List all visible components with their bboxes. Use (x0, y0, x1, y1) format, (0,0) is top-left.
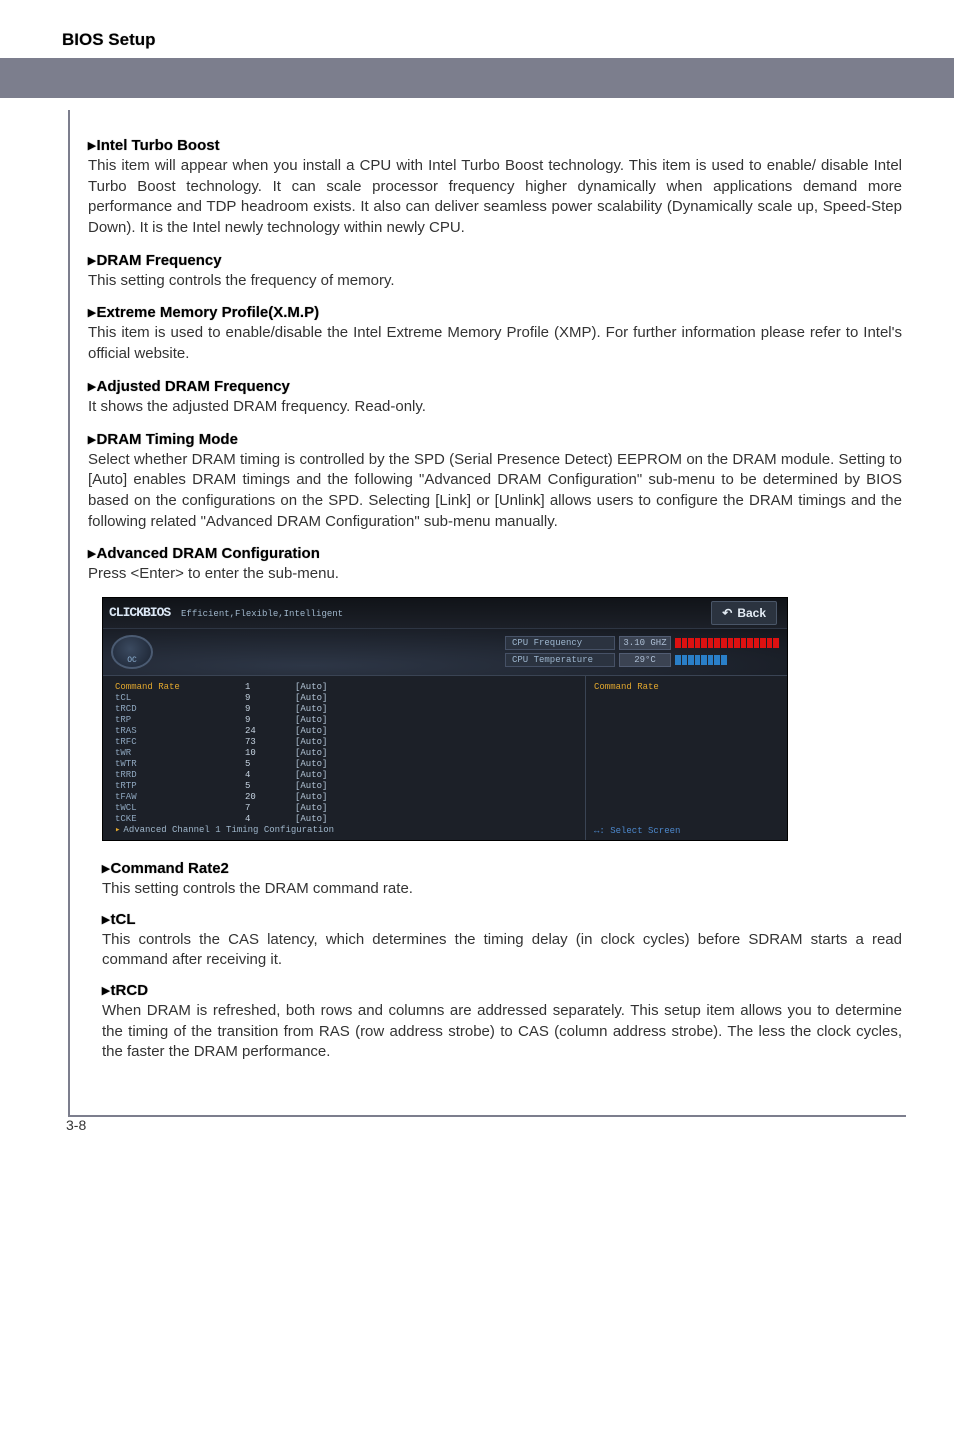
back-button[interactable]: ↶ Back (711, 601, 777, 625)
triangle-right-icon: ▸ (88, 304, 96, 321)
bios-logo-text: CLICKBIOS (109, 605, 170, 620)
cpu-freq-label: CPU Frequency (505, 636, 615, 650)
bios-timing-row[interactable]: tCKE4[Auto] (113, 814, 575, 825)
section-body: Press <Enter> to enter the sub-menu. (88, 564, 902, 585)
bios-timing-row[interactable]: tRAS24[Auto] (113, 726, 575, 737)
triangle-right-icon: ▸ (88, 378, 96, 395)
cpu-temp-label: CPU Temperature (505, 653, 615, 667)
cpu-freq-value: 3.10 GHZ (619, 636, 671, 650)
section-body: Select whether DRAM timing is controlled… (88, 450, 902, 533)
triangle-right-icon: ▸ (88, 252, 96, 269)
triangle-right-icon: ▸ (88, 431, 96, 448)
bios-timing-row[interactable]: tFAW20[Auto] (113, 792, 575, 803)
cpu-freq-bar (675, 638, 779, 648)
triangle-right-icon: ▸ (102, 860, 110, 877)
subsection-title: Command Rate2 (111, 860, 229, 877)
back-arrow-icon: ↶ (722, 606, 732, 620)
section-title: DRAM Frequency (97, 252, 222, 269)
back-label: Back (737, 606, 766, 620)
subsection-trcd: ▸tRCD When DRAM is refreshed, both rows … (102, 981, 902, 1063)
oc-tab[interactable]: OC (111, 635, 153, 669)
section-title: DRAM Timing Mode (97, 431, 238, 448)
bios-timing-row[interactable]: tRP9[Auto] (113, 715, 575, 726)
section-advanced-dram-config: ▸Advanced DRAM Configuration Press <Ente… (88, 544, 902, 585)
bios-timing-row[interactable]: tRTP5[Auto] (113, 781, 575, 792)
page-title: BIOS Setup (62, 30, 906, 50)
section-body: This item will appear when you install a… (88, 156, 902, 239)
triangle-right-icon: ▸ (88, 137, 96, 154)
bios-timing-list: Command Rate1[Auto]tCL9[Auto]tRCD9[Auto]… (103, 676, 585, 840)
bios-timing-row[interactable]: tWCL7[Auto] (113, 803, 575, 814)
cpu-temp-value: 29°C (619, 653, 671, 667)
subsection-body: This controls the CAS latency, which det… (102, 930, 902, 971)
section-body: This setting controls the frequency of m… (88, 271, 902, 292)
bios-timing-row[interactable]: tRFC73[Auto] (113, 737, 575, 748)
vertical-rule (68, 110, 70, 1117)
section-dram-frequency: ▸DRAM Frequency This setting controls th… (88, 251, 902, 292)
section-title: Adjusted DRAM Frequency (97, 378, 290, 395)
triangle-right-icon: ▸ (102, 911, 110, 928)
horizontal-rule (68, 1115, 906, 1117)
bios-timing-row[interactable]: tRCD9[Auto] (113, 704, 575, 715)
section-dram-timing-mode: ▸DRAM Timing Mode Select whether DRAM ti… (88, 430, 902, 533)
bios-timing-row[interactable]: tCL9[Auto] (113, 693, 575, 704)
section-body: This item is used to enable/disable the … (88, 323, 902, 364)
bios-advanced-row[interactable]: ▸Advanced Channel 1 Timing Configuration (113, 825, 575, 836)
bios-timing-row[interactable]: Command Rate1[Auto] (113, 682, 575, 693)
triangle-right-icon: ▸ (115, 825, 120, 835)
section-title: Extreme Memory Profile(X.M.P) (97, 304, 320, 321)
triangle-right-icon: ▸ (102, 982, 110, 999)
bios-nav-hint: ↔: Select Screen (594, 826, 779, 836)
section-intel-turbo-boost: ▸Intel Turbo Boost This item will appear… (88, 136, 902, 239)
bios-timing-row[interactable]: tRRD4[Auto] (113, 770, 575, 781)
bios-logo: CLICKBIOS Efficient,Flexible,Intelligent (109, 605, 343, 620)
bios-help-title: Command Rate (594, 682, 779, 692)
triangle-right-icon: ▸ (88, 545, 96, 562)
subsection-body: When DRAM is refreshed, both rows and co… (102, 1001, 902, 1063)
page-number: 3-8 (66, 1117, 906, 1133)
bios-timing-row[interactable]: tWTR5[Auto] (113, 759, 575, 770)
bios-timing-row[interactable]: tWR10[Auto] (113, 748, 575, 759)
subsection-command-rate2: ▸Command Rate2 This setting controls the… (102, 859, 902, 900)
bios-logo-sub: Efficient,Flexible,Intelligent (181, 609, 343, 619)
main-content: ▸Intel Turbo Boost This item will appear… (88, 136, 902, 1063)
header-bar (0, 58, 954, 98)
section-body: It shows the adjusted DRAM frequency. Re… (88, 397, 902, 418)
subsection-title: tRCD (111, 982, 149, 999)
subsection-title: tCL (111, 911, 136, 928)
subsection-body: This setting controls the DRAM command r… (102, 879, 902, 900)
section-title: Intel Turbo Boost (97, 137, 220, 154)
cpu-temp-bar (675, 655, 779, 665)
subsection-tcl: ▸tCL This controls the CAS latency, whic… (102, 910, 902, 971)
bios-screenshot: CLICKBIOS Efficient,Flexible,Intelligent… (102, 597, 788, 841)
section-title: Advanced DRAM Configuration (97, 545, 320, 562)
section-xmp: ▸Extreme Memory Profile(X.M.P) This item… (88, 303, 902, 364)
section-adjusted-dram-frequency: ▸Adjusted DRAM Frequency It shows the ad… (88, 377, 902, 418)
